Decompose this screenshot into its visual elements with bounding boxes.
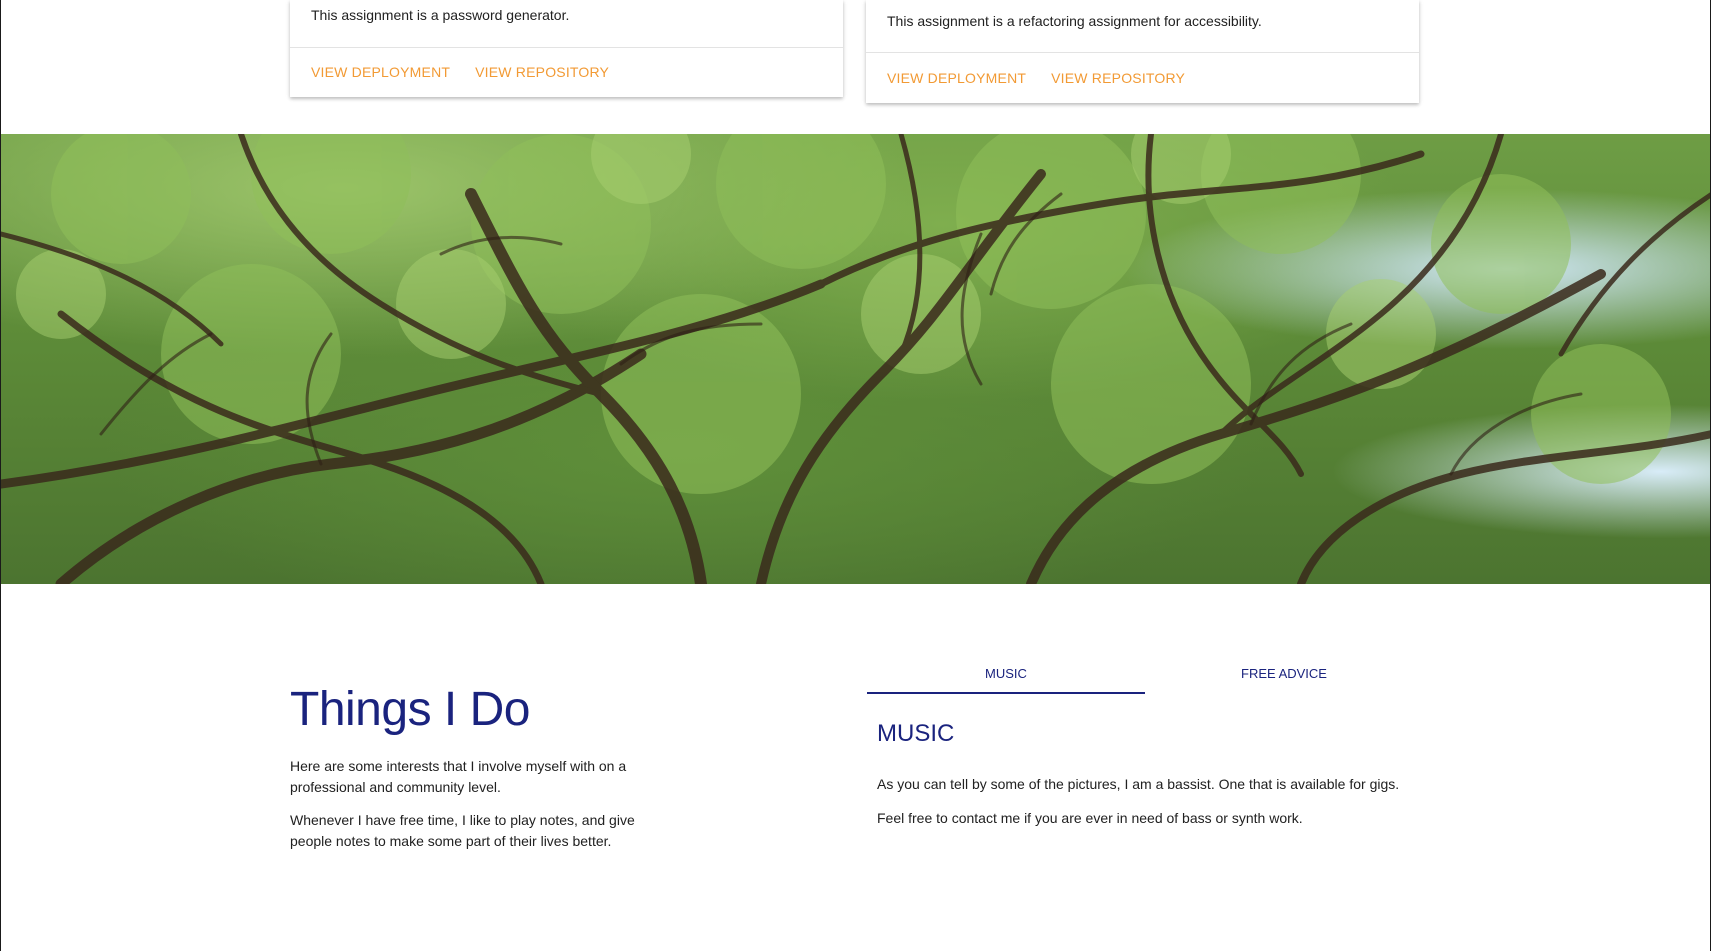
things-i-do-title: Things I Do — [290, 683, 530, 736]
card-divider — [866, 52, 1419, 53]
project-card-password-generator: This assignment is a password generator.… — [290, 0, 843, 97]
page: This assignment is a password generator.… — [0, 0, 1711, 951]
things-free-time-paragraph: Whenever I have free time, I like to pla… — [290, 812, 635, 849]
view-deployment-link[interactable]: VIEW DEPLOYMENT — [887, 70, 1026, 86]
music-paragraph-bassist: As you can tell by some of the pictures,… — [877, 776, 1400, 792]
tree-canopy-banner-image — [1, 134, 1710, 584]
card-actions: VIEW DEPLOYMENT VIEW REPOSITORY — [311, 64, 609, 80]
project-description: This assignment is a password generator. — [311, 7, 570, 23]
tab-music[interactable]: MUSIC — [867, 656, 1145, 696]
view-deployment-link[interactable]: VIEW DEPLOYMENT — [311, 64, 450, 80]
project-card-accessibility-refactor: This assignment is a refactoring assignm… — [866, 0, 1419, 103]
project-description: This assignment is a refactoring assignm… — [887, 13, 1262, 29]
interests-tabs: MUSIC FREE ADVICE — [867, 656, 1423, 696]
music-paragraph-contact: Feel free to contact me if you are ever … — [877, 810, 1303, 826]
view-repository-link[interactable]: VIEW REPOSITORY — [475, 64, 609, 80]
view-repository-link[interactable]: VIEW REPOSITORY — [1051, 70, 1185, 86]
tab-free-advice[interactable]: FREE ADVICE — [1145, 656, 1423, 696]
tab-panel-heading: MUSIC — [877, 720, 955, 747]
card-divider — [290, 47, 843, 48]
tree-branches-illustration — [1, 134, 1710, 584]
things-intro-paragraph: Here are some interests that I involve m… — [290, 758, 627, 795]
card-actions: VIEW DEPLOYMENT VIEW REPOSITORY — [887, 70, 1185, 86]
